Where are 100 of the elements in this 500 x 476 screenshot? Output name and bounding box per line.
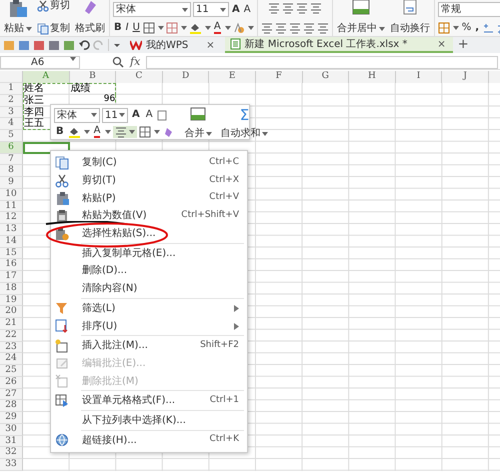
fill-color-icon [188,22,202,34]
font-name-dropdown[interactable]: 宋体 [113,2,191,17]
menu-item[interactable]: 选择性粘贴(S)... [51,224,247,242]
row-header[interactable]: 33 [0,459,23,471]
row-header[interactable]: 2 [0,94,23,106]
format-painter-button[interactable]: 格式刷 [74,22,106,36]
merge-icon [190,107,206,121]
copy-button[interactable]: 复制 [36,22,71,36]
scissors-icon [37,0,49,12]
menu-item[interactable]: 删除(D)... [51,262,247,280]
dropdown-caret-icon [378,27,385,31]
menu-item[interactable]: 设置单元格格式(F)... Ctrl+1 [51,392,247,410]
dropdown-caret-icon [70,56,76,60]
row-header[interactable]: 7 [0,154,23,166]
formula-input[interactable] [146,56,498,68]
row-header[interactable]: 10 [0,188,23,200]
filter-icon [55,301,69,316]
row-header[interactable]: 23 [0,342,23,354]
row-header[interactable]: 24 [0,353,23,365]
menu-item[interactable]: 超链接(H)... Ctrl+K [51,431,247,449]
row-header[interactable]: 31 [0,436,23,448]
close-tab-button[interactable]: × [435,36,448,52]
format-painter-icon [162,126,174,138]
menu-item[interactable]: 剪切(T) Ctrl+X [51,172,247,190]
column-header[interactable]: B [70,71,116,83]
font-name-dropdown[interactable]: 宋体 [54,108,100,123]
edit-comment-icon [55,356,69,370]
row-header[interactable]: 3 [0,106,23,118]
dropdown-caret-icon [158,26,164,30]
column-header[interactable]: G [302,71,350,83]
font-size-dropdown[interactable]: 11 [193,2,229,17]
row-header[interactable]: 32 [0,447,23,459]
menu-item[interactable]: 从下拉列表中选择(K)... [51,412,247,430]
close-tab-button[interactable]: × [204,38,217,52]
row-header[interactable]: 4 [0,118,23,130]
autosum-button[interactable]: 自动求和 [218,128,270,140]
row-header[interactable]: 12 [0,212,23,224]
number-format-dropdown[interactable]: 常规 [438,2,500,17]
underline-button[interactable]: U [132,20,141,34]
italic-button[interactable]: I [124,20,130,34]
function-label[interactable]: fx [130,54,140,70]
name-box[interactable]: A6 [0,56,80,68]
row-header[interactable]: 8 [0,165,23,177]
row-header[interactable]: 13 [0,224,23,236]
align-button[interactable] [113,126,138,138]
dropdown-caret-icon [248,26,254,30]
font-color-button[interactable]: A [212,21,222,34]
menu-item[interactable]: 插入批注(M)... Shift+F2 [51,336,247,355]
row-header[interactable]: 16 [0,259,23,271]
merge-center-button[interactable]: 合并居中 [336,22,386,36]
row-header[interactable]: 17 [0,271,23,283]
merge-button[interactable]: 合并 [182,128,214,140]
shrink-font-button[interactable]: A [242,2,252,16]
font-size-dropdown[interactable]: 11 [102,108,128,123]
dropdown-caret-icon [119,113,125,118]
menu-item[interactable]: 粘贴为数值(V) Ctrl+Shift+V [51,207,247,225]
new-tab-button[interactable]: + [456,35,471,55]
menu-item[interactable]: 复制(C) Ctrl+C [51,154,247,172]
borders-icon [142,22,155,34]
bold-button[interactable]: B [113,20,123,34]
dropdown-caret-icon [262,132,268,136]
row-header[interactable]: 20 [0,306,23,318]
row-header[interactable]: 29 [0,412,23,424]
bold-button[interactable]: B [54,126,66,138]
pdf-icon [33,39,45,51]
format-painter-icon [82,0,98,15]
row-header[interactable]: 19 [0,294,23,306]
wrap-text-button[interactable]: 自动换行 [388,22,431,36]
menu-item[interactable]: 排序(U) [51,317,247,335]
paste-button[interactable]: 粘贴 [3,22,33,36]
row-header[interactable]: 15 [0,248,23,260]
paste-values-icon [55,208,69,223]
document-tab[interactable]: 新建 Microsoft Excel 工作表.xlsx * × [224,37,453,53]
document-tab[interactable]: 我的WPS × [125,37,222,53]
row-header[interactable]: 22 [0,330,23,342]
grow-font-button[interactable]: A [231,2,241,16]
row-header[interactable]: 25 [0,365,23,377]
row-header[interactable]: 14 [0,236,23,248]
grow-font-button[interactable]: A [130,109,142,122]
row-header[interactable]: 9 [0,177,23,189]
row-header[interactable]: 18 [0,282,23,294]
menu-item[interactable]: 清除内容(N) [51,280,247,298]
row-header[interactable]: 11 [0,200,23,212]
undo-icon [78,39,90,51]
menu-item[interactable]: 粘贴(P) Ctrl+V [51,189,247,208]
dropdown-caret-icon [206,132,212,136]
font-color-button[interactable]: A [92,125,102,138]
row-header[interactable]: 28 [0,400,23,412]
menu-item[interactable]: 筛选(L) [51,300,247,318]
row-header[interactable]: 21 [0,318,23,330]
comma-button[interactable]: , [474,20,480,34]
save-icon [18,39,30,51]
row-header[interactable]: 30 [0,424,23,436]
shrink-font-button[interactable]: A [144,109,155,122]
percent-button[interactable]: % [460,20,472,34]
row-header[interactable]: 26 [0,376,23,388]
row-header[interactable]: 27 [0,388,23,400]
row-header[interactable]: 1 [0,83,23,95]
menu-item[interactable]: 插入复制单元格(E)... [51,244,247,262]
row-header[interactable]: 5 [0,130,23,142]
